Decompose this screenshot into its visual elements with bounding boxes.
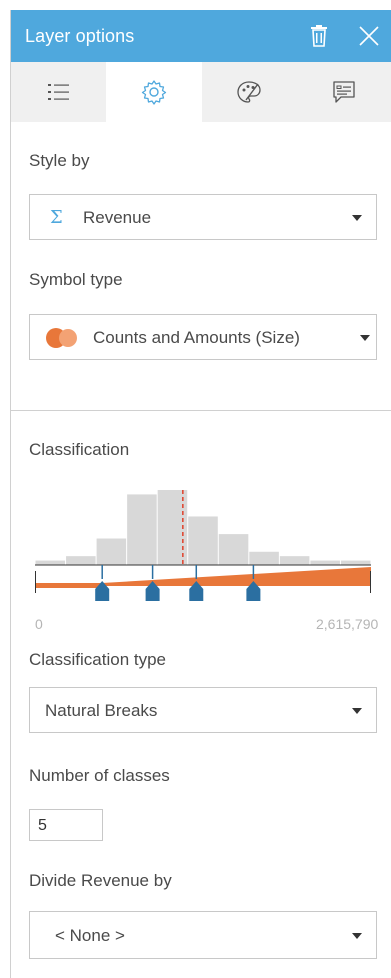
histogram-bar	[249, 551, 279, 565]
chevron-down-icon	[352, 708, 362, 714]
symbol-type-label: Symbol type	[29, 270, 123, 289]
histogram-bar	[340, 560, 371, 565]
panel-header: Layer options	[11, 10, 391, 62]
histogram-bar	[188, 516, 218, 565]
classification-type-label: Classification type	[29, 650, 167, 669]
legend-list-icon	[47, 84, 69, 100]
symbol-type-value: Counts and Amounts (Size)	[93, 328, 300, 347]
style-by-select[interactable]: Σ Revenue	[29, 194, 377, 240]
histogram-bar	[218, 534, 249, 565]
trash-icon[interactable]	[307, 24, 331, 48]
divide-by-select[interactable]: < None >	[29, 911, 377, 959]
gear-icon	[141, 80, 167, 105]
chevron-down-icon	[352, 215, 362, 221]
histogram-bar	[66, 556, 96, 565]
classification-type-select[interactable]: Natural Breaks	[29, 687, 377, 733]
section-divider	[11, 410, 391, 411]
symbol-type-select[interactable]: Counts and Amounts (Size)	[29, 314, 377, 360]
tab-style[interactable]	[202, 62, 297, 122]
tab-bar	[11, 62, 391, 122]
number-of-classes-label: Number of classes	[29, 766, 170, 785]
chevron-down-icon	[360, 335, 370, 341]
histogram-bar	[310, 560, 340, 565]
histogram-bar	[127, 494, 157, 565]
classification-histogram	[35, 490, 371, 601]
panel-title: Layer options	[25, 26, 135, 46]
popup-icon	[333, 81, 356, 103]
histogram-bar	[96, 538, 127, 565]
tab-legend[interactable]	[11, 62, 106, 122]
class-ramp-start	[35, 583, 103, 588]
tab-popup[interactable]	[297, 62, 391, 122]
style-by-value: Revenue	[83, 208, 152, 227]
sigma-icon: Σ	[50, 207, 63, 228]
classification-type-value: Natural Breaks	[45, 701, 158, 720]
classification-label: Classification	[29, 440, 130, 459]
close-icon[interactable]	[357, 24, 381, 48]
divide-by-value: < None >	[55, 926, 125, 945]
palette-icon	[237, 81, 261, 103]
layer-options-panel: Layer options Style by Σ Revenue Symbol …	[10, 10, 391, 978]
size-circles-icon	[46, 328, 77, 348]
chevron-down-icon	[352, 933, 362, 939]
tab-options[interactable]	[106, 62, 202, 122]
histogram-bar	[279, 556, 310, 565]
histogram-max-label: 2,615,790	[316, 616, 379, 632]
style-by-label: Style by	[29, 151, 90, 170]
divide-by-label: Divide Revenue by	[29, 871, 172, 890]
number-of-classes-input[interactable]: 5	[29, 809, 103, 841]
histogram-min-label: 0	[35, 616, 43, 632]
histogram-bar	[35, 560, 66, 565]
number-of-classes-value: 5	[38, 817, 47, 834]
